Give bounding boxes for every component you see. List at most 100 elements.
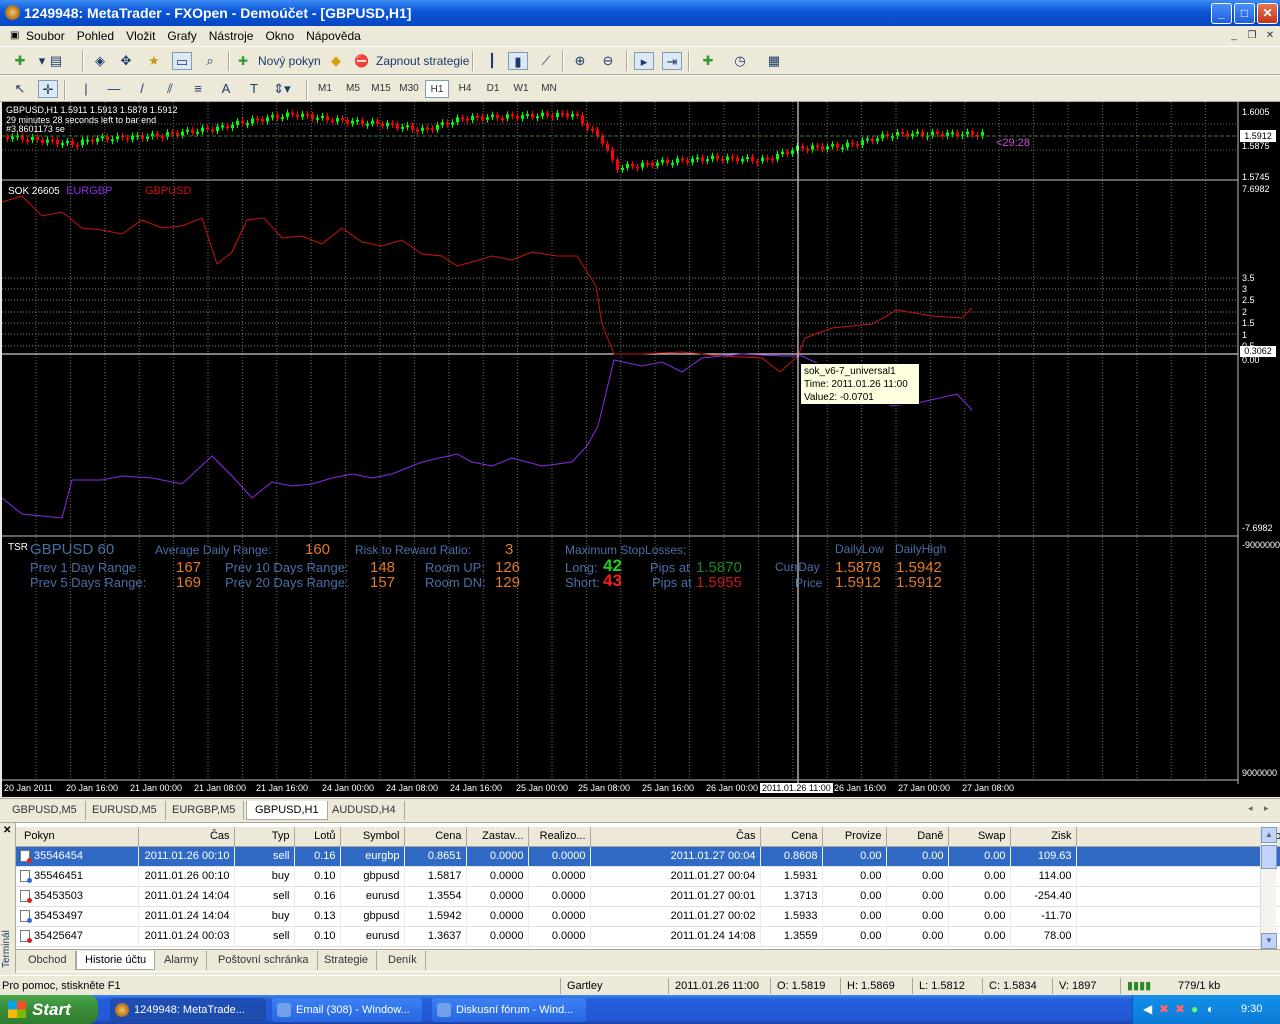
task-forum[interactable]: Diskusní fórum - Wind... (432, 998, 586, 1022)
profiles-icon[interactable]: ▤ (46, 52, 66, 70)
chart-tab-eurusd-m5[interactable]: EURUSD,M5 (84, 801, 166, 820)
metaeditor-icon[interactable]: ◆ (326, 52, 346, 70)
col-taxes[interactable]: Daně (886, 827, 949, 847)
chart-area[interactable]: GBPUSD,H1 1.5911 1.5913 1.5878 1.5912 2 9… (2, 102, 1280, 797)
vertical-line-icon[interactable]: | (76, 80, 96, 98)
col-lots[interactable]: Lotů (294, 827, 341, 847)
crosshair-icon[interactable]: ✛ (38, 80, 58, 98)
table-row[interactable]: 35453503 2011.01.24 14:04 sell 0.16 euru… (16, 886, 1280, 907)
terminal-close-icon[interactable]: ✕ (3, 825, 11, 836)
tray-network-icon[interactable]: ◀ (1143, 995, 1152, 1024)
close-icon[interactable]: ✕ (1257, 3, 1278, 24)
indicators-icon[interactable]: ✚ (698, 52, 718, 70)
col-tp[interactable]: Realizo... (528, 827, 591, 847)
horizontal-line-icon[interactable]: — (104, 80, 124, 98)
table-row[interactable]: 35453497 2011.01.24 14:04 buy 0.13 gbpus… (16, 906, 1280, 927)
col-profit[interactable]: Zisk (1010, 827, 1077, 847)
tf-w1[interactable]: W1 (509, 80, 533, 98)
scroll-up-icon[interactable]: ▲ (1261, 827, 1277, 843)
tabs-scroll-right-icon[interactable]: ▸ (1264, 803, 1269, 814)
col-sl[interactable]: Zastav... (466, 827, 529, 847)
tab-account-history[interactable]: Historie účtu (76, 951, 156, 970)
chart-tab-gbpusd-m5[interactable]: GBPUSD,M5 (4, 801, 86, 820)
col-price[interactable]: Cena (404, 827, 467, 847)
chart-tab-gbpusd-h1[interactable]: GBPUSD,H1 (246, 801, 328, 820)
tf-m1[interactable]: M1 (313, 80, 337, 98)
new-order-button[interactable]: ✚ Nový pokyn (238, 52, 321, 70)
tf-d1[interactable]: D1 (481, 80, 505, 98)
tray-antivirus-icon[interactable]: ● (1191, 995, 1198, 1024)
menu-nastroje[interactable]: Nástroje (203, 26, 260, 46)
zoom-out-icon[interactable]: ⊖ (598, 52, 618, 70)
new-chart-icon[interactable]: ✚ (10, 52, 30, 70)
label-tool-icon[interactable]: T (244, 80, 264, 98)
col-close-price[interactable]: Cena (760, 827, 823, 847)
tf-m5[interactable]: M5 (341, 80, 365, 98)
col-swap[interactable]: Swap (948, 827, 1011, 847)
start-button[interactable]: Start (0, 995, 98, 1024)
status-profile[interactable]: Gartley (560, 978, 602, 994)
minimize-icon[interactable]: _ (1211, 3, 1232, 24)
menu-napoveda[interactable]: Nápověda (300, 26, 367, 46)
tf-m30[interactable]: M30 (397, 80, 421, 98)
col-order[interactable]: Pokyn (16, 827, 139, 847)
table-row[interactable]: 35425647 2011.01.24 00:03 sell 0.10 euru… (16, 926, 1280, 947)
menu-grafy[interactable]: Grafy (161, 26, 202, 46)
tray-alert-icon[interactable]: ✖ (1175, 995, 1185, 1024)
tray-volume-icon[interactable]: ◐ (1207, 995, 1214, 1024)
favorites-icon[interactable]: ★ (144, 52, 164, 70)
tab-journal[interactable]: Deník (380, 951, 426, 970)
expert-advisors-button[interactable]: ⛔ Zapnout strategie (354, 52, 469, 70)
tf-m15[interactable]: M15 (369, 80, 393, 98)
menu-okno[interactable]: Okno (259, 26, 300, 46)
scroll-thumb[interactable] (1261, 845, 1277, 869)
chart-canvas[interactable] (2, 102, 1280, 797)
tray-clock[interactable]: 9:30 (1241, 995, 1262, 1024)
auto-scroll-icon[interactable]: ▸ (634, 52, 654, 70)
arrows-tool-icon[interactable]: ⇕▾ (272, 80, 292, 98)
periods-icon[interactable]: ◷ (730, 52, 750, 70)
chart-shift-icon[interactable]: ⇥ (662, 52, 682, 70)
menu-pohled[interactable]: Pohled (71, 26, 120, 46)
mdi-restore-icon[interactable]: ❐ (1244, 29, 1260, 43)
market-watch-icon[interactable]: ◈ (90, 52, 110, 70)
scroll-down-icon[interactable]: ▼ (1261, 933, 1277, 949)
terminal-scrollbar[interactable]: ▲ ▼ (1260, 827, 1277, 951)
text-tool-icon[interactable]: A (216, 80, 236, 98)
tray-security-icon[interactable]: ✖ (1159, 995, 1169, 1024)
bar-chart-icon[interactable]: ┃ (482, 52, 502, 70)
mdi-minimize-icon[interactable]: _ (1226, 29, 1242, 43)
menu-soubor[interactable]: Soubor (20, 26, 71, 46)
fibonacci-icon[interactable]: ≡ (188, 80, 208, 98)
cursor-icon[interactable]: ↖ (10, 80, 30, 98)
line-chart-icon[interactable]: ⟋ (536, 52, 556, 70)
chart-tab-audusd-h4[interactable]: AUDUSD,H4 (324, 801, 405, 820)
mdi-close-icon[interactable]: ✕ (1262, 29, 1278, 43)
tf-mn[interactable]: MN (537, 80, 561, 98)
tester-icon[interactable]: ⌕ (200, 52, 220, 70)
task-email[interactable]: Email (308) - Window... (272, 998, 422, 1022)
terminal-toggle-icon[interactable]: ▭ (172, 52, 192, 70)
table-row[interactable]: 35546451 2011.01.26 00:10 buy 0.10 gbpus… (16, 866, 1280, 887)
col-commission[interactable]: Provize (822, 827, 887, 847)
tab-alerts[interactable]: Alarmy (156, 951, 208, 970)
tabs-scroll-left-icon[interactable]: ◂ (1248, 803, 1253, 814)
title-bar[interactable]: 1249948: MetaTrader - FXOpen - Demoúčet … (0, 0, 1280, 26)
tab-mailbox[interactable]: Poštovní schránka (210, 951, 318, 970)
maximize-icon[interactable]: □ (1234, 3, 1255, 24)
templates-icon[interactable]: ▦ (764, 52, 784, 70)
channel-icon[interactable]: ⫽ (160, 80, 180, 98)
menu-vlozit[interactable]: Vložit (120, 26, 161, 46)
trendline-icon[interactable]: / (132, 80, 152, 98)
navigator-icon[interactable]: ✥ (116, 52, 136, 70)
chart-tab-eurgbp-m5[interactable]: EURGBP,M5 (164, 801, 245, 820)
tab-experts[interactable]: Strategie (316, 951, 378, 970)
tab-trade[interactable]: Obchod (20, 951, 76, 970)
candlestick-icon[interactable]: ▮ (508, 52, 528, 70)
zoom-in-icon[interactable]: ⊕ (570, 52, 590, 70)
task-metatrader[interactable]: 1249948: MetaTrade... (110, 998, 266, 1022)
col-symbol[interactable]: Symbol (340, 827, 405, 847)
col-type[interactable]: Typ (234, 827, 295, 847)
tf-h1[interactable]: H1 (425, 80, 449, 98)
col-close-time[interactable]: Čas (590, 827, 761, 847)
